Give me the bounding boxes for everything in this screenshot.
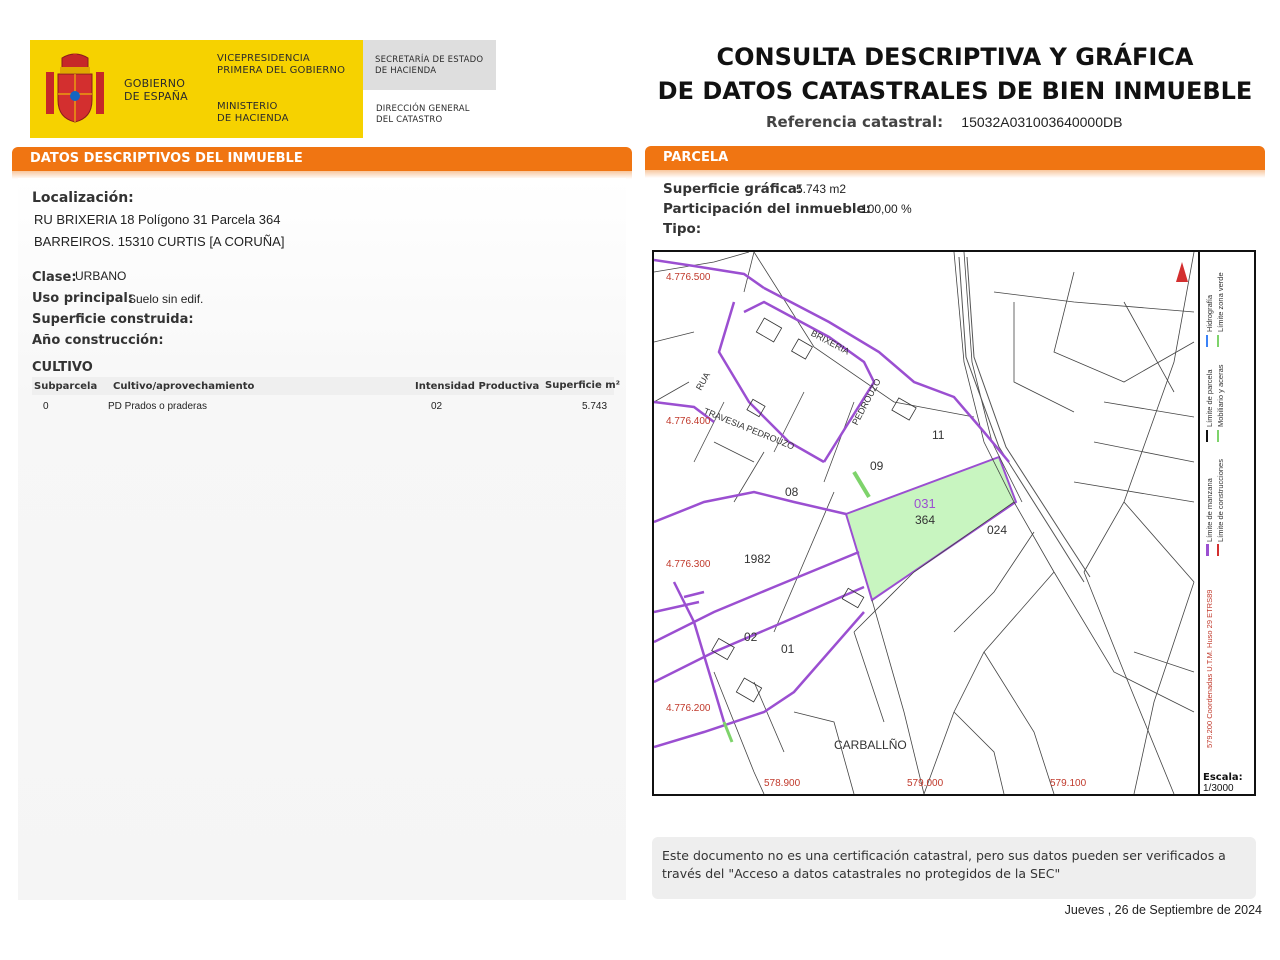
descriptive-section-header: DATOS DESCRIPTIVOS DEL INMUEBLE xyxy=(12,147,632,179)
map-scale: Escala: 1/3000 xyxy=(1200,772,1256,796)
descriptive-panel xyxy=(18,178,626,900)
superficie-construida-label: Superficie construida: xyxy=(32,312,194,327)
anio-construccion-label: Año construcción: xyxy=(32,333,164,348)
gobierno-de-espana-label: GOBIERNO DE ESPAÑA xyxy=(124,77,188,103)
participacion-value: 100,00 % xyxy=(861,202,912,216)
legend-manzana-swatch xyxy=(1206,544,1209,556)
uso-principal-label: Uso principal: xyxy=(32,291,134,306)
coord-y3: 4.776.300 xyxy=(666,559,711,570)
place-name-label: CARBALLÑO xyxy=(834,738,907,752)
map-legend: 579.200 Coordenadas U.T.M. Huso 29 ETRS8… xyxy=(1200,252,1254,770)
legend-hidrografia-swatch xyxy=(1206,335,1208,347)
coat-of-arms-icon xyxy=(46,53,104,123)
address-line-1: RU BRIXERIA 18 Polígono 31 Parcela 364 xyxy=(34,212,281,227)
poligono-label: 031 xyxy=(914,496,936,511)
coord-y2: 4.776.400 xyxy=(666,416,711,427)
referencia-label: Referencia catastral: xyxy=(766,113,944,131)
localizacion-label: Localización: xyxy=(32,190,134,206)
cell-subparcela: 0 xyxy=(43,401,49,412)
scale-value: 1/3000 xyxy=(1203,783,1234,794)
parcel-02-label[interactable]: 02 xyxy=(744,630,757,644)
direccion-general-label: DIRECCIÓN GENERAL DEL CATASTRO xyxy=(376,104,470,125)
cultivo-title: CULTIVO xyxy=(32,360,93,375)
coord-x2: 579.000 xyxy=(907,778,944,789)
cell-intensidad: 02 xyxy=(431,401,443,412)
descriptive-header-title: DATOS DESCRIPTIVOS DEL INMUEBLE xyxy=(12,147,632,171)
ministerio-label: MINISTERIO DE HACIENDA xyxy=(217,101,289,124)
vicepresidencia-label: VICEPRESIDENCIA PRIMERA DEL GOBIERNO xyxy=(217,53,346,76)
col-cultivo: Cultivo/aprovechamiento xyxy=(113,381,255,392)
cell-cultivo: PD Prados o praderas xyxy=(108,401,207,412)
cadastral-map[interactable]: 031 364 024 09 08 11 1982 02 01 CARBALLÑ… xyxy=(652,250,1256,796)
parcel-024-label[interactable]: 024 xyxy=(987,523,1007,537)
legend-mobiliario-swatch xyxy=(1217,430,1219,442)
parcel-08-label[interactable]: 08 xyxy=(785,485,798,499)
address-line-2: BARREIROS. 15310 CURTIS [A CORUÑA] xyxy=(34,234,285,249)
coord-x1: 578.900 xyxy=(764,778,801,789)
legend-hidrografia: Hidrografía xyxy=(1205,294,1214,332)
participacion-label: Participación del inmueble: xyxy=(663,201,872,217)
parcel-1982-label[interactable]: 1982 xyxy=(744,552,771,566)
parcela-header-title: PARCELA xyxy=(645,146,1265,170)
legend-construcciones-swatch xyxy=(1217,544,1219,556)
legend-parcela-swatch xyxy=(1206,430,1208,442)
coord-y4: 4.776.200 xyxy=(666,703,711,714)
clase-label: Clase: xyxy=(32,270,77,285)
col-intensidad: Intensidad Productiva xyxy=(415,381,540,392)
col-subparcela: Subparcela xyxy=(34,381,98,392)
coord-y1: 4.776.500 xyxy=(666,272,711,283)
parcela-section-header: PARCELA xyxy=(645,146,1265,178)
uso-principal-value: Suelo sin edif. xyxy=(128,292,204,306)
parcel-01-label[interactable]: 01 xyxy=(781,642,794,656)
coord-x3: 579.100 xyxy=(1050,778,1087,789)
secretaria-block: SECRETARÍA DE ESTADO DE HACIENDA xyxy=(363,40,496,90)
document-date: Jueves , 26 de Septiembre de 2024 xyxy=(1064,903,1262,917)
table-row: 0 PD Prados o praderas 02 5.743 xyxy=(32,400,614,414)
government-logo-block: GOBIERNO DE ESPAÑA VICEPRESIDENCIA PRIMERA… xyxy=(30,40,363,138)
legend-zona-verde-swatch xyxy=(1217,335,1219,347)
superficie-grafica-value: 5.743 m2 xyxy=(796,182,847,196)
referencia-catastral-row: Referencia catastral: 15032A031003640000… xyxy=(766,113,1122,131)
scale-label: Escala: xyxy=(1203,772,1243,783)
clase-value: URBANO xyxy=(75,269,127,283)
legend-zona-verde: Límite zona verde xyxy=(1216,272,1225,332)
secretaria-label: SECRETARÍA DE ESTADO DE HACIENDA xyxy=(375,55,484,76)
document-title: CONSULTA DESCRIPTIVA Y GRÁFICA DE DATOS … xyxy=(657,43,1253,105)
cell-superficie: 5.743 xyxy=(582,401,608,412)
parcel-11-label[interactable]: 11 xyxy=(932,428,944,442)
parcel-364-label[interactable]: 364 xyxy=(915,513,935,527)
verification-note: Este documento no es una certificación c… xyxy=(652,837,1256,899)
superficie-grafica-label: Superficie gráfica: xyxy=(663,181,803,197)
referencia-value: 15032A031003640000DB xyxy=(961,114,1123,130)
map-drawing xyxy=(654,252,1195,794)
col-superficie: Superficie m² xyxy=(545,380,621,391)
parcel-09-label[interactable]: 09 xyxy=(870,459,883,473)
tipo-label: Tipo: xyxy=(663,221,702,237)
